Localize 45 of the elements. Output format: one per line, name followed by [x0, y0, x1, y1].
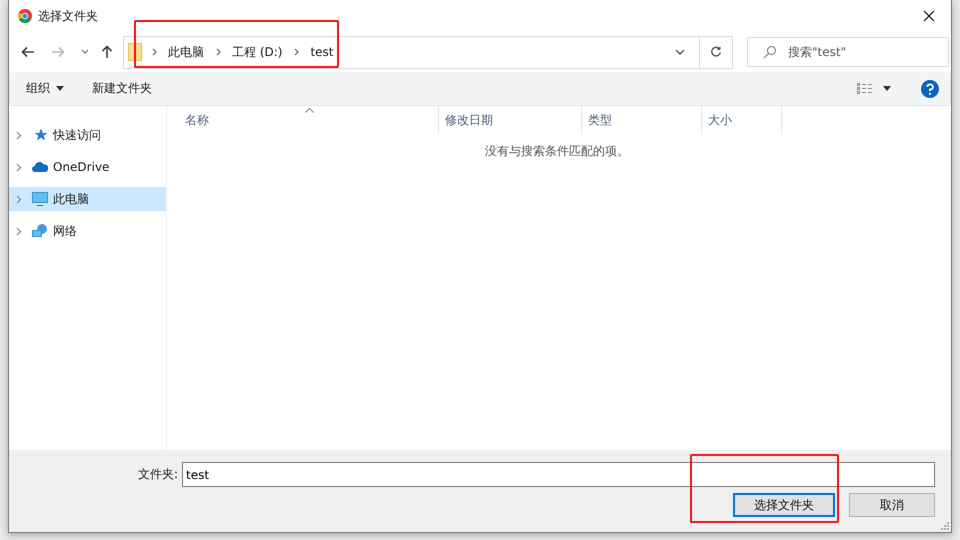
chevron-right-icon[interactable] — [16, 162, 22, 172]
cancel-button[interactable]: 取消 — [849, 493, 935, 517]
breadcrumb-item[interactable]: 此电脑 — [168, 44, 204, 60]
chevron-right-icon — [152, 48, 158, 56]
chevron-down-icon[interactable] — [675, 49, 685, 55]
sidebar-item[interactable]: OneDrive — [9, 155, 166, 179]
column-header[interactable]: 修改日期 — [439, 106, 582, 134]
window-title: 选择文件夹 — [38, 8, 98, 24]
refresh-icon — [710, 46, 722, 58]
organize-menu[interactable]: 组织 — [26, 80, 64, 97]
folder-name-field[interactable]: test — [182, 462, 935, 487]
sidebar-item[interactable]: 网络 — [9, 219, 166, 243]
select-folder-button[interactable]: 选择文件夹 — [733, 493, 835, 517]
folder-label: 文件夹: — [138, 466, 178, 483]
column-header[interactable]: 名称 — [167, 106, 439, 134]
network-icon — [32, 223, 48, 239]
new-folder-button[interactable]: 新建文件夹 — [92, 80, 152, 97]
details-view-icon[interactable] — [857, 82, 873, 94]
monitor-icon — [32, 191, 48, 207]
cloud-icon — [32, 159, 48, 175]
star-icon — [32, 127, 48, 143]
back-arrow-icon[interactable] — [21, 46, 35, 58]
resize-grip-icon[interactable] — [941, 522, 949, 530]
column-header[interactable]: 类型 — [582, 106, 702, 134]
column-header[interactable]: 大小 — [702, 106, 782, 134]
chevron-right-icon[interactable] — [16, 194, 22, 204]
address-bar[interactable]: 此电脑 工程 (D:) test — [123, 36, 733, 68]
caret-down-icon[interactable] — [883, 86, 891, 91]
close-icon[interactable] — [923, 10, 935, 22]
empty-message: 没有与搜索条件匹配的项。 — [484, 143, 630, 160]
chevron-right-icon — [294, 48, 300, 56]
breadcrumb-item[interactable]: 工程 (D:) — [232, 44, 282, 60]
round-logo-icon — [18, 9, 32, 23]
chevron-right-icon — [216, 48, 222, 56]
search-icon — [763, 45, 777, 59]
help-icon[interactable] — [921, 80, 939, 98]
up-arrow-icon[interactable] — [101, 45, 113, 59]
caret-down-icon — [56, 86, 64, 91]
breadcrumb-item[interactable]: test — [310, 45, 334, 59]
chevron-down-icon[interactable] — [81, 49, 89, 55]
sidebar-item[interactable]: 快速访问 — [9, 123, 166, 147]
chevron-right-icon[interactable] — [16, 226, 22, 236]
sidebar-item[interactable]: 此电脑 — [9, 187, 166, 211]
search-field[interactable]: 搜索"test" — [747, 37, 949, 67]
chevron-right-icon[interactable] — [16, 130, 22, 140]
